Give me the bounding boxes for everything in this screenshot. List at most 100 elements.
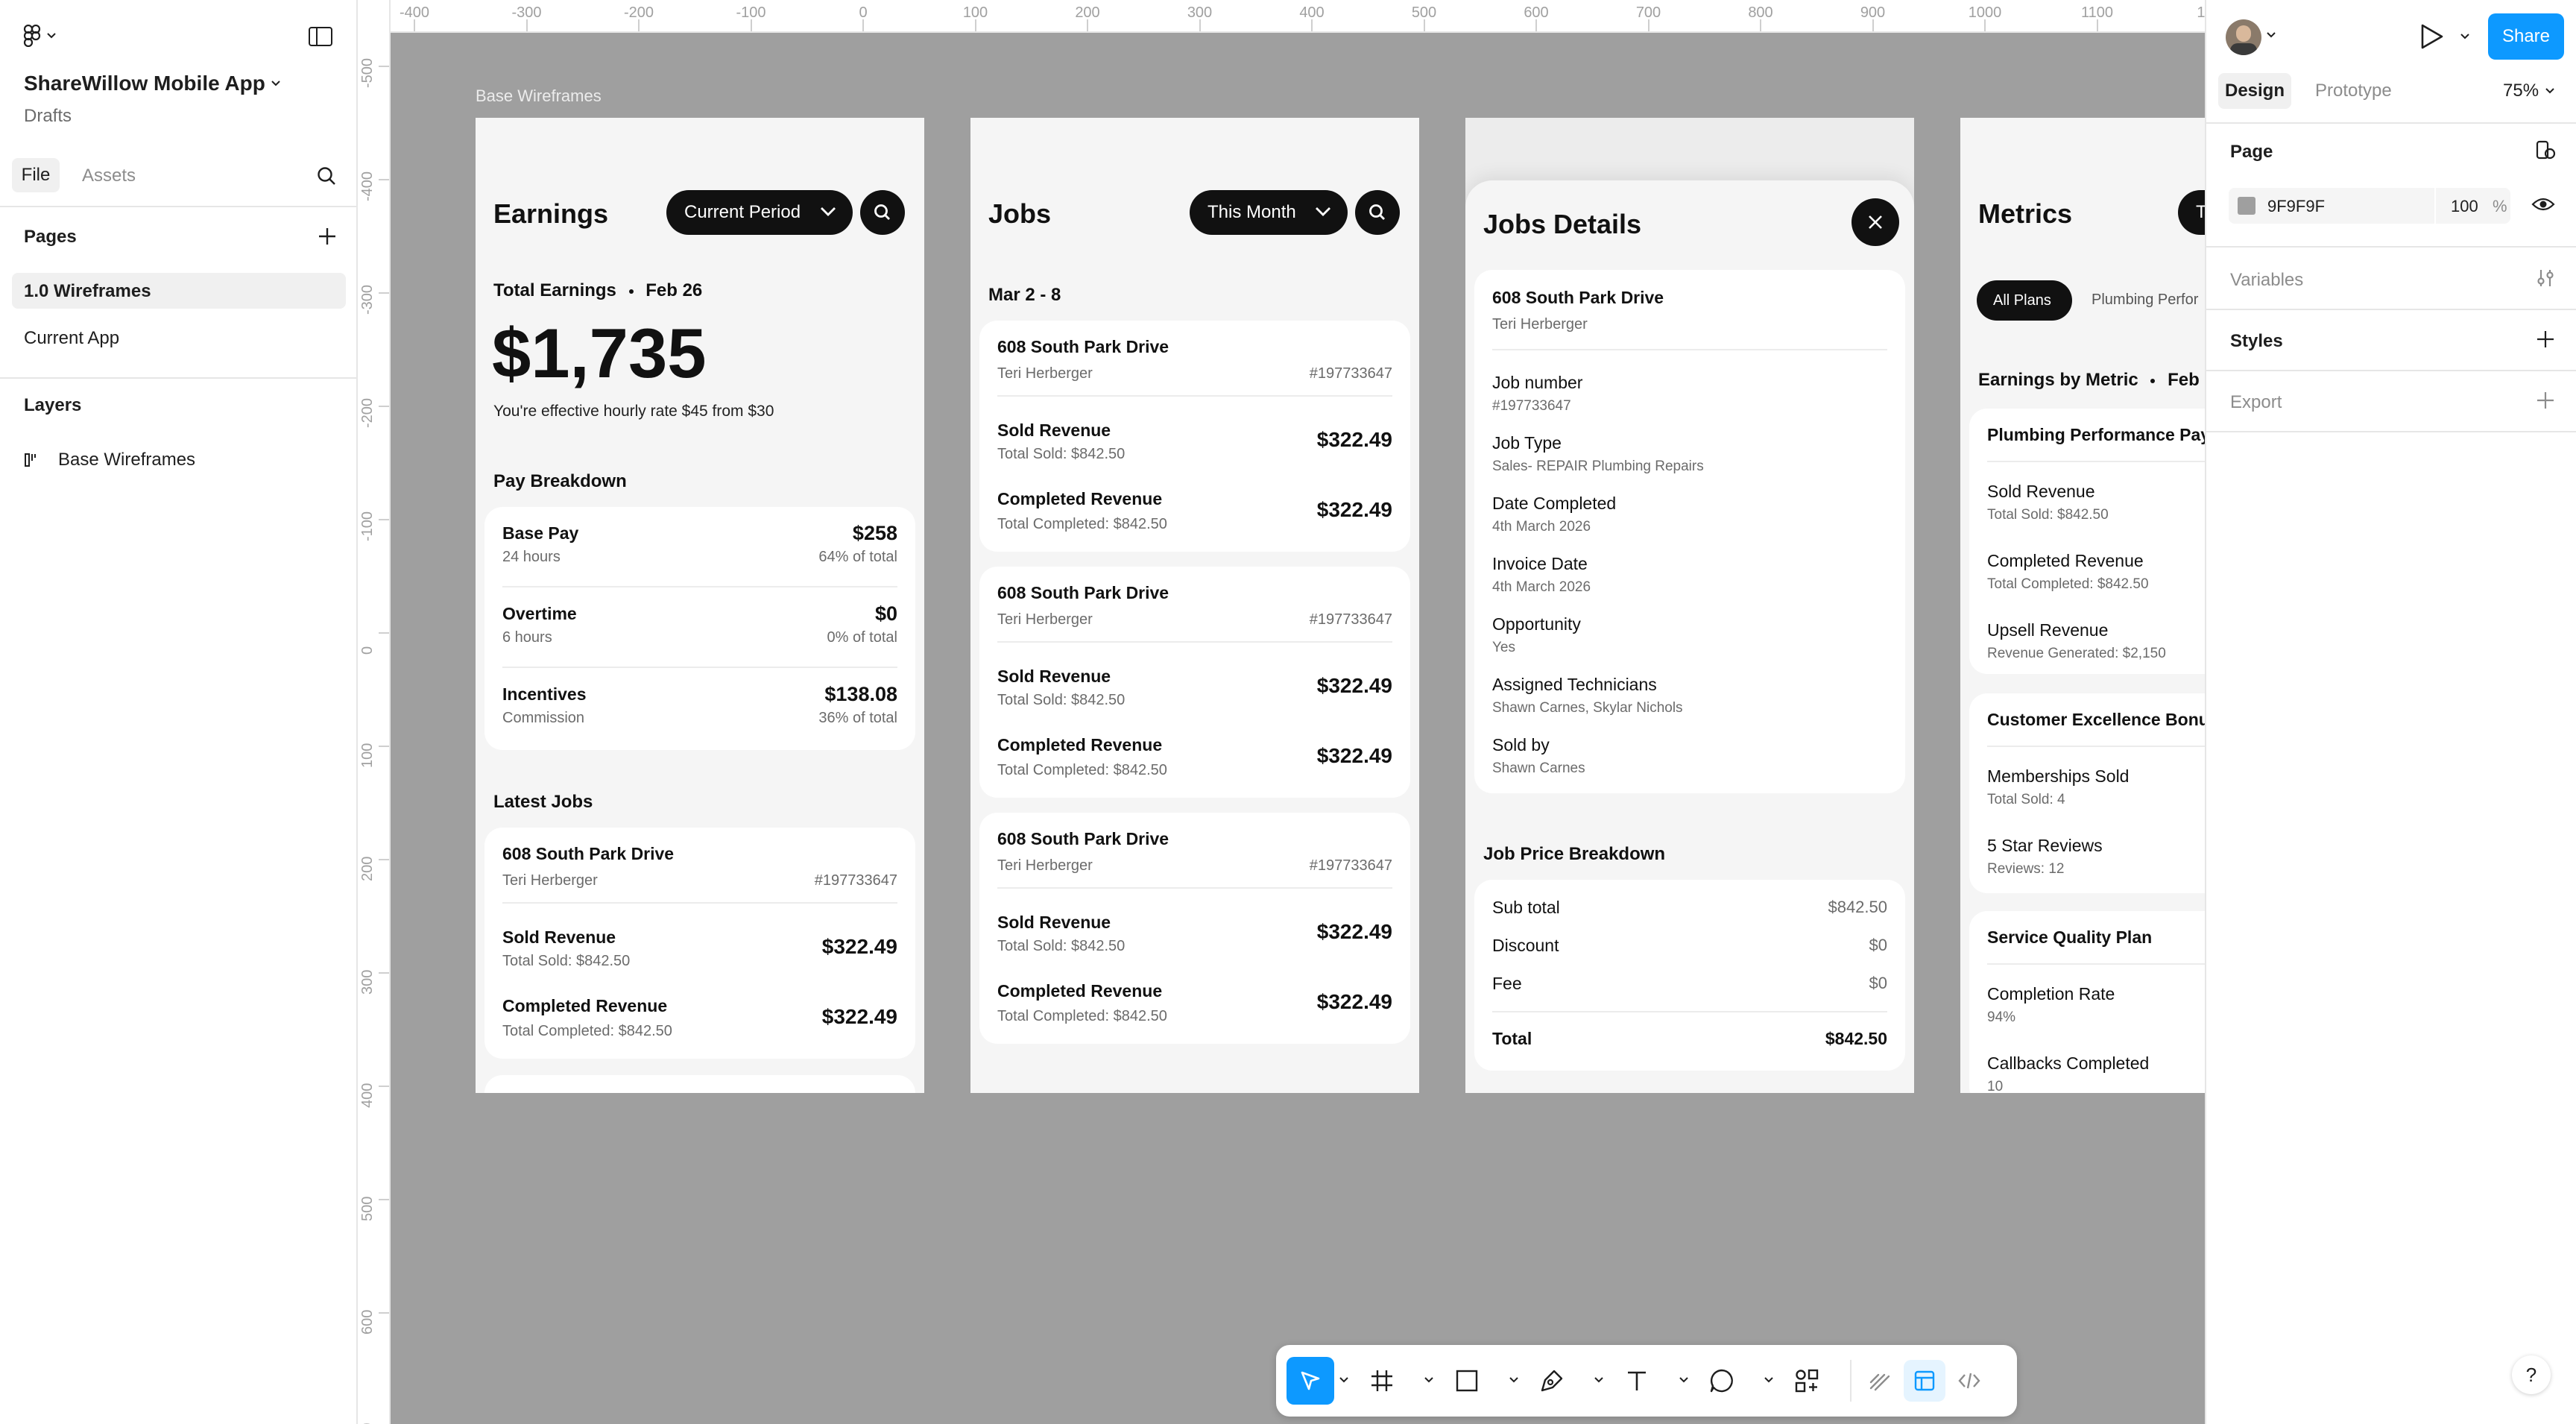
design-mode-button[interactable]	[1904, 1360, 1945, 1402]
chevron-down-icon[interactable]	[1594, 1375, 1604, 1385]
text-tool-button[interactable]	[1616, 1360, 1658, 1402]
ruler-tick-label: 600	[359, 1309, 376, 1335]
sold-revenue-value: $322.49	[1316, 920, 1392, 943]
page-color-field[interactable]: 9F9F9F 100 %	[2229, 188, 2510, 224]
tab-design[interactable]: Design	[2218, 73, 2291, 109]
search-icon[interactable]	[316, 166, 337, 186]
ruler-tick-label: 120	[2197, 4, 2205, 21]
sold-revenue-label: Sold Revenue	[997, 420, 1111, 440]
avatar[interactable]	[2226, 19, 2261, 55]
completed-revenue-label: Completed Revenue	[502, 996, 668, 1015]
frame-earnings[interactable]: Earnings Current Period Total Earnings F…	[476, 118, 924, 1093]
help-button[interactable]: ?	[2512, 1355, 2551, 1394]
page-item-current-app[interactable]: Current App	[24, 328, 119, 349]
metric-group-card[interactable]: Customer Excellence Bonu Memberships Sold…	[1969, 693, 2205, 893]
chevron-down-icon[interactable]	[2460, 33, 2470, 40]
search-button[interactable]	[860, 190, 905, 235]
section-label[interactable]: Base Wireframes	[476, 86, 602, 106]
divider	[2206, 431, 2576, 432]
job-card[interactable]: 608 South Park Drive Teri Herberger #19773…	[979, 567, 1410, 798]
add-export-icon[interactable]	[2536, 391, 2555, 410]
frame-metrics[interactable]: Metrics T All Plans Plumbing Perfor Earn…	[1960, 118, 2205, 1093]
tab-assets[interactable]: Assets	[82, 166, 136, 186]
close-button[interactable]	[1852, 198, 1899, 246]
earnings-by-metric-label: Earnings by Metric	[1978, 370, 2138, 390]
completed-revenue-sub: Total Completed: $842.50	[997, 516, 1167, 532]
frame-tool-button[interactable]	[1361, 1360, 1403, 1402]
latest-job-card[interactable]: 608 South Park Drive Teri Herberger #19773…	[484, 828, 915, 1059]
pen-tool-button[interactable]	[1531, 1360, 1573, 1402]
actions-tool-button[interactable]	[1786, 1360, 1828, 1402]
zoom-dropdown[interactable]: 75%	[2503, 81, 2555, 101]
share-button[interactable]: Share	[2488, 13, 2564, 60]
variables-icon[interactable]	[2534, 267, 2557, 289]
page-item-label: 1.0 Wireframes	[24, 281, 151, 301]
page-opacity-value[interactable]: 100	[2451, 197, 2478, 216]
divider	[1492, 349, 1887, 350]
tab-file[interactable]: File	[12, 158, 60, 192]
chevron-down-icon[interactable]	[1679, 1375, 1689, 1385]
chevron-down-icon[interactable]	[1764, 1375, 1774, 1385]
chevron-down-icon[interactable]	[2266, 31, 2276, 39]
latest-job-card-next[interactable]	[484, 1075, 915, 1093]
frame-job-details[interactable]: Jobs Details 608 South Park Drive Teri He…	[1465, 118, 1914, 1093]
add-style-icon[interactable]	[2536, 330, 2555, 349]
metric-group-card[interactable]: Plumbing Performance Pay Sold Revenue Tota…	[1969, 409, 2205, 674]
job-card[interactable]: 608 South Park Drive Teri Herberger #19773…	[979, 813, 1410, 1044]
completed-revenue-sub: Total Completed: $842.50	[502, 1023, 672, 1039]
earnings-by-metric-date: Feb 26	[2168, 370, 2205, 390]
draw-mode-button[interactable]	[1859, 1360, 1901, 1402]
canvas[interactable]: -400 -300 -200 -100 0 100 200 300 400 500 600 700 80…	[358, 0, 2205, 1424]
sidebar-toggle-icon[interactable]	[309, 27, 332, 46]
dev-mode-button[interactable]	[1948, 1360, 1990, 1402]
ruler-tick-mark	[379, 1199, 389, 1200]
tab-prototype[interactable]: Prototype	[2315, 81, 2392, 101]
tab-design-label: Design	[2224, 81, 2285, 101]
metric-group-card[interactable]: Service Quality Plan Completion Rate 94% Ca…	[1969, 911, 2205, 1093]
breakdown-sub: 6 hours	[502, 629, 552, 646]
help-label: ?	[2525, 1363, 2537, 1386]
chevron-down-icon	[821, 207, 836, 216]
month-dropdown[interactable]: This Month	[1190, 190, 1348, 235]
completed-revenue-value: $322.49	[1316, 498, 1392, 521]
chevron-down-icon[interactable]	[1424, 1375, 1434, 1385]
metrics-dropdown[interactable]: T	[2178, 190, 2205, 235]
frame-jobs[interactable]: Jobs This Month Mar 2 - 8 608 South Park…	[970, 118, 1419, 1093]
ruler-vertical: -500-400-300-200-10001002003004005006007…	[358, 0, 391, 1424]
chip-all-plans[interactable]: All Plans	[1977, 280, 2072, 321]
page-item-wireframes[interactable]: 1.0 Wireframes	[12, 273, 346, 309]
period-dropdown[interactable]: Current Period	[666, 190, 853, 235]
ruler-tick-mark	[1311, 19, 1313, 31]
move-tool-button[interactable]	[1287, 1357, 1334, 1405]
search-button[interactable]	[1355, 190, 1400, 235]
color-swatch[interactable]	[2238, 197, 2255, 215]
play-icon[interactable]	[2418, 22, 2445, 51]
sold-revenue-value: $322.49	[1316, 428, 1392, 451]
divider	[2206, 246, 2576, 248]
ruler-tick-label: -300	[359, 284, 376, 315]
project-location[interactable]: Drafts	[24, 106, 72, 127]
page-color-value[interactable]: 9F9F9F	[2267, 197, 2325, 216]
add-page-icon[interactable]	[318, 227, 337, 246]
layer-item-label: Base Wireframes	[58, 450, 196, 470]
job-card[interactable]: 608 South Park Drive Teri Herberger #19773…	[979, 321, 1410, 552]
metric-item-label: Upsell Revenue	[1987, 620, 2109, 640]
main-menu-button[interactable]	[22, 22, 69, 49]
chip-plumbing[interactable]: Plumbing Perfor	[2092, 292, 2198, 309]
comment-tool-button[interactable]	[1701, 1360, 1743, 1402]
ruler-tick-mark	[379, 972, 389, 974]
chevron-down-icon[interactable]	[1339, 1375, 1349, 1385]
ruler-tick-mark	[1647, 19, 1650, 31]
chevron-down-icon[interactable]	[1509, 1375, 1519, 1385]
project-title[interactable]: ShareWillow Mobile App	[24, 72, 265, 95]
eye-icon[interactable]	[2531, 195, 2555, 213]
theme-icon[interactable]	[2534, 139, 2557, 161]
ruler-tick-label: 100	[359, 743, 376, 768]
layer-item-base-wireframes[interactable]: Base Wireframes	[24, 447, 195, 473]
ruler-tick-mark	[1535, 19, 1537, 31]
apps-icon	[1795, 1369, 1819, 1393]
completed-revenue-label: Completed Revenue	[997, 489, 1163, 508]
variables-section-label[interactable]: Variables	[2230, 270, 2303, 291]
chevron-down-icon[interactable]	[270, 79, 282, 88]
rectangle-tool-button[interactable]	[1446, 1360, 1488, 1402]
